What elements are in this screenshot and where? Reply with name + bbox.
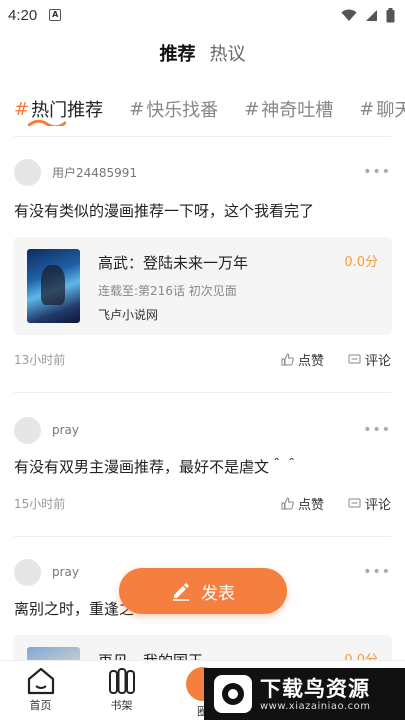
hash-icon: #	[359, 98, 375, 120]
topic-label: 聊天	[376, 100, 405, 121]
site-watermark: 下载鸟资源 www.xiazainiao.com	[204, 668, 405, 720]
status-time: 4:20	[8, 6, 38, 24]
comic-title: 高武：登陆未来一万年	[98, 254, 249, 272]
like-label: 点赞	[297, 353, 324, 369]
topic-label: 神奇吐槽	[261, 100, 334, 121]
hash-icon: #	[14, 98, 30, 120]
comment-label: 评论	[364, 353, 391, 369]
notification-icon: A	[49, 9, 62, 21]
comment-icon	[348, 498, 361, 507]
watermark-logo	[214, 675, 252, 713]
post-actions: 点赞 评论	[281, 494, 391, 513]
comment-button[interactable]: 评论	[348, 350, 391, 369]
home-icon	[27, 667, 54, 695]
topic-bar: # 热门推荐 # 快乐找番 # 神奇吐槽 # 聊天	[14, 92, 405, 126]
comic-card[interactable]: 高武：登陆未来一万年 0.0分 连载至:第216话 初次见面 飞卢小说网	[13, 237, 392, 335]
like-button[interactable]: 点赞	[281, 494, 324, 513]
bookshelf-icon	[108, 668, 135, 694]
thumbs-up-icon	[281, 496, 294, 509]
post-footer: 13小时前 点赞 评论	[0, 349, 405, 369]
more-icon[interactable]: •••	[363, 564, 391, 580]
divider	[14, 136, 391, 137]
tab-recommend-label: 推荐	[159, 44, 196, 65]
more-icon[interactable]: •••	[363, 422, 391, 438]
wifi-icon	[341, 9, 357, 21]
signal-icon	[366, 9, 377, 21]
watermark-text: 下载鸟资源 www.xiazainiao.com	[260, 677, 371, 712]
post-item[interactable]: 用户24485991 ••• 有没有类似的漫画推荐一下呀，这个我看完了 高武：登…	[0, 158, 405, 369]
topic-label: 快乐找番	[146, 100, 219, 121]
like-label: 点赞	[297, 497, 324, 513]
post-header: 用户24485991 •••	[0, 158, 405, 186]
post-text: 有没有类似的漫画推荐一下呀，这个我看完了	[14, 202, 315, 220]
more-icon[interactable]: •••	[363, 164, 391, 180]
avatar[interactable]	[14, 558, 41, 586]
publish-label: 发表	[201, 583, 235, 604]
status-bar: 4:20 A	[0, 0, 405, 30]
thumbs-up-icon	[281, 352, 294, 365]
username[interactable]: 用户24485991	[52, 164, 137, 181]
post-actions: 点赞 评论	[281, 350, 391, 369]
nav-bookshelf[interactable]: 书架	[81, 661, 162, 720]
like-button[interactable]: 点赞	[281, 350, 324, 369]
topic-chat[interactable]: # 聊天	[359, 92, 405, 126]
tab-hot-discussion-label: 热议	[209, 44, 246, 65]
avatar[interactable]	[14, 416, 41, 444]
post-time: 15小时前	[14, 496, 66, 511]
comment-icon	[348, 354, 361, 363]
username[interactable]: pray	[52, 423, 79, 437]
post-footer: 15小时前 点赞 评论	[0, 493, 405, 513]
pencil-icon	[173, 583, 189, 601]
comic-progress: 连载至:第216话 初次见面	[98, 284, 237, 298]
post-item[interactable]: pray ••• 有没有双男主漫画推荐，最好不是虐文＾＾ 15小时前 点赞 评论	[0, 416, 405, 513]
post-text: 有没有双男主漫画推荐，最好不是虐文＾＾	[14, 458, 300, 476]
publish-button[interactable]: 发表	[119, 568, 287, 614]
status-icons	[341, 7, 395, 23]
active-topic-swoosh	[28, 119, 66, 126]
topic-complain[interactable]: # 神奇吐槽	[244, 92, 333, 126]
topic-happy-find[interactable]: # 快乐找番	[129, 92, 218, 126]
comment-label: 评论	[364, 497, 391, 513]
post-time: 13小时前	[14, 352, 66, 367]
nav-home-label: 首页	[29, 699, 52, 712]
comic-cover	[27, 249, 80, 323]
watermark-url: www.xiazainiao.com	[260, 700, 371, 712]
tab-hot-discussion[interactable]: 热议	[210, 40, 246, 70]
nav-bookshelf-label: 书架	[110, 699, 133, 712]
comment-button[interactable]: 评论	[348, 494, 391, 513]
battery-icon	[386, 7, 395, 22]
divider	[14, 536, 391, 537]
watermark-title: 下载鸟资源	[260, 676, 370, 701]
top-tabs: 推荐 热议	[0, 40, 405, 70]
divider	[14, 392, 391, 393]
comic-source: 飞卢小说网	[98, 308, 159, 322]
post-header: pray •••	[0, 416, 405, 444]
hash-icon: #	[244, 98, 260, 120]
tab-recommend[interactable]: 推荐	[157, 40, 198, 70]
username[interactable]: pray	[52, 565, 79, 579]
avatar[interactable]	[14, 158, 41, 186]
nav-home[interactable]: 首页	[0, 661, 81, 720]
topic-hot-recommend[interactable]: # 热门推荐	[14, 92, 103, 126]
hash-icon: #	[129, 98, 145, 120]
comic-score: 0.0分	[344, 255, 378, 270]
